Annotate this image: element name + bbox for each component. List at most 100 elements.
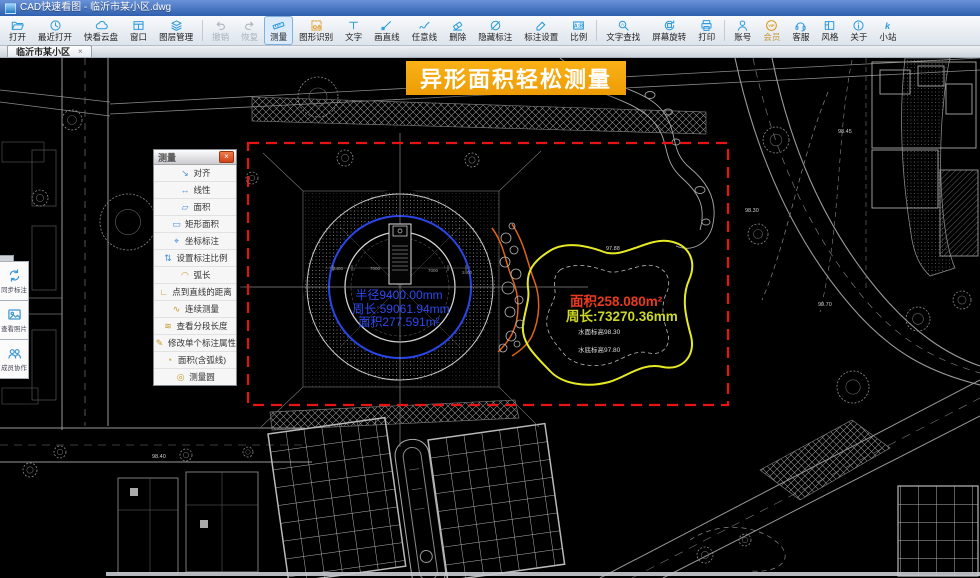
- rotate-screen-button[interactable]: 屏幕旋转: [646, 16, 692, 45]
- k-logo-icon: k: [881, 19, 894, 32]
- account-button[interactable]: 账号: [728, 16, 757, 45]
- circle-area-text: 面积277.591m²: [358, 315, 439, 329]
- left-sidebar: 同步标注 查看照片 成员协作: [0, 255, 30, 379]
- circle-measurement-label: 半径9400.00mm 周长:59061.94mm 面积277.591m²: [352, 288, 449, 329]
- photo-icon: [7, 307, 22, 322]
- open-button[interactable]: 打开: [3, 16, 32, 45]
- measure-item-icon: ◔: [164, 355, 175, 365]
- pencil-settings-icon: [535, 19, 548, 32]
- measure-panel-item[interactable]: ◔面积(含弧线): [154, 352, 236, 369]
- text-button[interactable]: 文字: [339, 16, 368, 45]
- vip-member-button[interactable]: VIP 会员: [757, 16, 786, 45]
- pond-area-text: 面积258.080m²: [570, 293, 663, 309]
- shapes-recognition-icon: [310, 19, 323, 32]
- measure-panel-item[interactable]: ◎测量圆: [154, 369, 236, 385]
- printer-icon: [700, 19, 713, 32]
- measure-item-label: 弧长: [193, 269, 210, 281]
- measure-item-icon: ∿: [171, 304, 182, 315]
- measure-panel-title-bar[interactable]: 测量 ×: [154, 150, 236, 165]
- measure-item-icon: ↘: [179, 168, 190, 179]
- rotate-icon: [663, 19, 676, 32]
- measure-item-label: 设置标注比例: [176, 252, 227, 264]
- svg-text:VIP: VIP: [769, 23, 776, 28]
- measure-panel-item[interactable]: ⇅设置标注比例: [154, 250, 236, 267]
- user-icon: [736, 19, 749, 32]
- print-button[interactable]: 打印: [692, 16, 721, 45]
- window-title-bar[interactable]: CAD快速看图 - 临沂市某小区.dwg: [0, 0, 980, 16]
- measure-panel-item[interactable]: ∟点到直线的距离: [154, 284, 236, 301]
- cloud-drive-button[interactable]: 快看云盘: [78, 16, 124, 45]
- layer-manager-button[interactable]: 图层管理: [153, 16, 199, 45]
- redo-button[interactable]: 恢复: [235, 16, 264, 45]
- sidebar-item-member-collaboration[interactable]: 成员协作: [0, 339, 29, 379]
- measure-item-icon: ◎: [175, 372, 186, 383]
- app-icon: [5, 3, 16, 14]
- measure-panel-item[interactable]: ▱面积: [154, 199, 236, 216]
- sidebar-item-view-photos[interactable]: 查看照片: [0, 300, 29, 340]
- find-text-button[interactable]: A 文字查找: [600, 16, 646, 45]
- measure-panel-item[interactable]: ⌖坐标标注: [154, 233, 236, 250]
- measure-item-label: 测量圆: [189, 371, 215, 383]
- draw-line-button[interactable]: 画直线: [368, 16, 406, 45]
- toolbar-separator: [724, 20, 725, 41]
- layers-icon: [170, 19, 183, 32]
- app-window: CAD快速看图 - 临沂市某小区.dwg 打开 最近打开 快看云盘 窗口 图层管…: [0, 0, 980, 578]
- svg-text:A: A: [621, 22, 624, 27]
- document-tab[interactable]: 临沂市某小区 ×: [7, 45, 92, 57]
- elevation-label: 98.40: [152, 454, 166, 460]
- scale-button[interactable]: A:B 比例: [564, 16, 593, 45]
- about-button[interactable]: 关于: [844, 16, 873, 45]
- cloud-icon: [95, 19, 108, 32]
- recent-open-button[interactable]: 最近打开: [32, 16, 78, 45]
- line-icon: [380, 19, 393, 32]
- customer-service-button[interactable]: 客服: [786, 16, 815, 45]
- measure-item-label: 对齐: [193, 167, 210, 179]
- svg-text:k: k: [885, 21, 891, 31]
- style-button[interactable]: 风格: [815, 16, 844, 45]
- sync-icon: [7, 268, 22, 283]
- cad-drawing-canvas[interactable]: 半径9400.00mm 周长:59061.94mm 面积277.591m² 面积…: [0, 58, 980, 578]
- measure-panel-item[interactable]: ↘对齐: [154, 165, 236, 182]
- measure-panel-item[interactable]: ∿连续测量: [154, 301, 236, 318]
- toolbar-separator: [202, 20, 203, 41]
- measure-item-icon: ⇅: [162, 253, 173, 264]
- measure-panel-item[interactable]: ≋查看分段长度: [154, 318, 236, 335]
- document-tab-bar: 临沂市某小区 ×: [0, 46, 980, 58]
- measure-panel-item[interactable]: ◠弧长: [154, 267, 236, 284]
- measure-panel-item[interactable]: ✎修改单个标注属性: [154, 335, 236, 352]
- measure-item-label: 点到直线的距离: [172, 286, 232, 298]
- measure-panel-item[interactable]: ▭矩形面积: [154, 216, 236, 233]
- toolbar-separator: [596, 20, 597, 41]
- circle-radius-text: 半径9400.00mm: [355, 288, 442, 302]
- freehand-line-button[interactable]: 任意线: [406, 16, 444, 45]
- dimension-label: 7000: [370, 266, 381, 271]
- measure-panel-item[interactable]: ↔线性: [154, 182, 236, 199]
- dimension-label: 7000: [428, 268, 439, 273]
- window-panes-icon: [132, 19, 145, 32]
- search-text-icon: A: [617, 19, 630, 32]
- measure-panel-close-button[interactable]: ×: [219, 151, 234, 163]
- layout-style-icon: [823, 19, 836, 32]
- hide-annotations-button[interactable]: 隐藏标注: [472, 16, 518, 45]
- tab-close-icon[interactable]: ×: [78, 47, 83, 56]
- headset-icon: [794, 19, 807, 32]
- dimension-label: 2400: [333, 266, 344, 271]
- measure-item-label: 修改单个标注属性: [168, 337, 236, 349]
- undo-button[interactable]: 撤销: [206, 16, 235, 45]
- window-button[interactable]: 窗口: [124, 16, 153, 45]
- shape-recognition-button[interactable]: 图形识别: [293, 16, 339, 45]
- redo-arrow-icon: [243, 19, 256, 32]
- measure-item-icon: ◠: [179, 270, 190, 281]
- elevation-label: 98.45: [838, 129, 852, 135]
- elevation-label: 97.88: [606, 246, 620, 252]
- k-site-button[interactable]: k 小站: [873, 16, 902, 45]
- annotation-settings-button[interactable]: 标注设置: [518, 16, 564, 45]
- elevation-label: 98.30: [745, 208, 759, 214]
- measure-item-icon: ≋: [162, 321, 173, 332]
- measure-button[interactable]: 测量: [264, 16, 293, 45]
- dimension-label: 2400: [462, 270, 473, 275]
- measure-item-icon: ∟: [158, 287, 169, 297]
- delete-button[interactable]: 删除: [443, 16, 472, 45]
- water-bottom-elevation-text: 水底标高97.80: [578, 345, 621, 354]
- sidebar-item-sync-annotations[interactable]: 同步标注: [0, 261, 29, 301]
